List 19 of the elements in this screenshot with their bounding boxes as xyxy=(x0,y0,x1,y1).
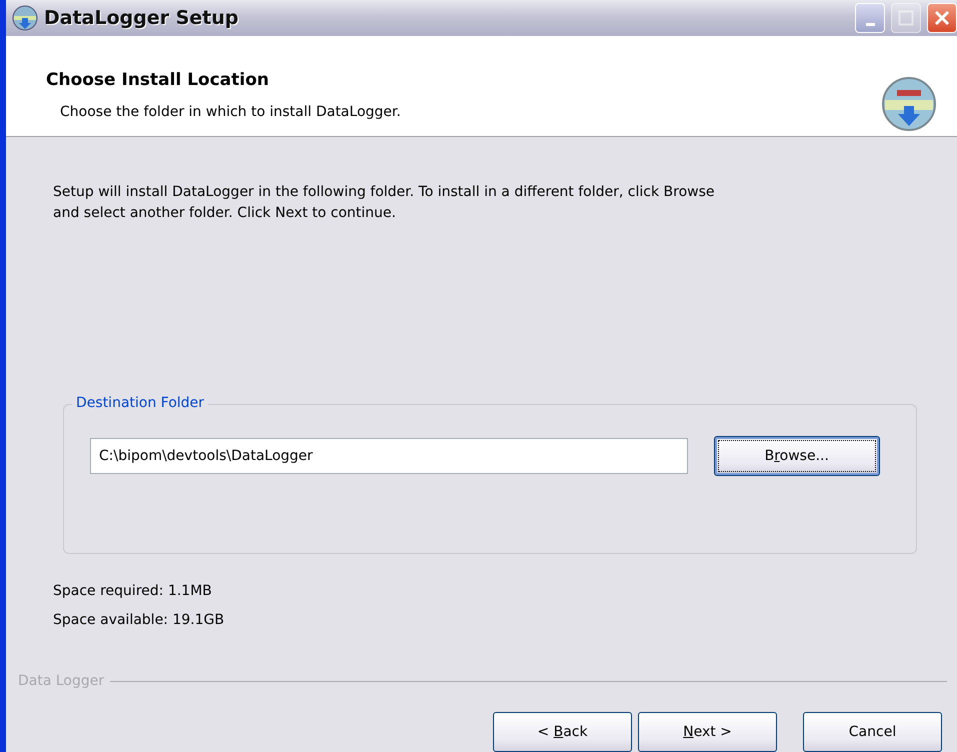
branding-text: Data Logger xyxy=(18,672,104,691)
back-button[interactable]: < Back xyxy=(493,712,632,752)
browse-button[interactable]: Browse... xyxy=(714,436,880,476)
maximize-icon xyxy=(898,10,914,26)
header-subtitle: Choose the folder in which to install DataLogger. xyxy=(59,102,402,122)
space-available: Space available: 19.1GB xyxy=(53,611,226,630)
header-title: Choose Install Location xyxy=(46,69,270,92)
cancel-button[interactable]: Cancel xyxy=(803,712,942,752)
close-button[interactable] xyxy=(927,3,957,34)
intro-text: Setup will install DataLogger in the following folder. To install in a different folder, click Browse and select another folder. Click Next to continue. xyxy=(53,183,716,223)
window-title: DataLogger Setup xyxy=(44,6,239,31)
installer-icon xyxy=(881,76,937,132)
space-required: Space required: 1.1MB xyxy=(53,582,213,601)
minimize-button[interactable] xyxy=(855,3,885,34)
folder-field[interactable]: C:\bipom\devtools\DataLogger xyxy=(90,438,688,474)
installer-icon xyxy=(12,5,38,32)
close-icon xyxy=(934,10,950,26)
next-button[interactable]: Next > xyxy=(638,712,777,752)
minimize-icon xyxy=(866,22,874,26)
